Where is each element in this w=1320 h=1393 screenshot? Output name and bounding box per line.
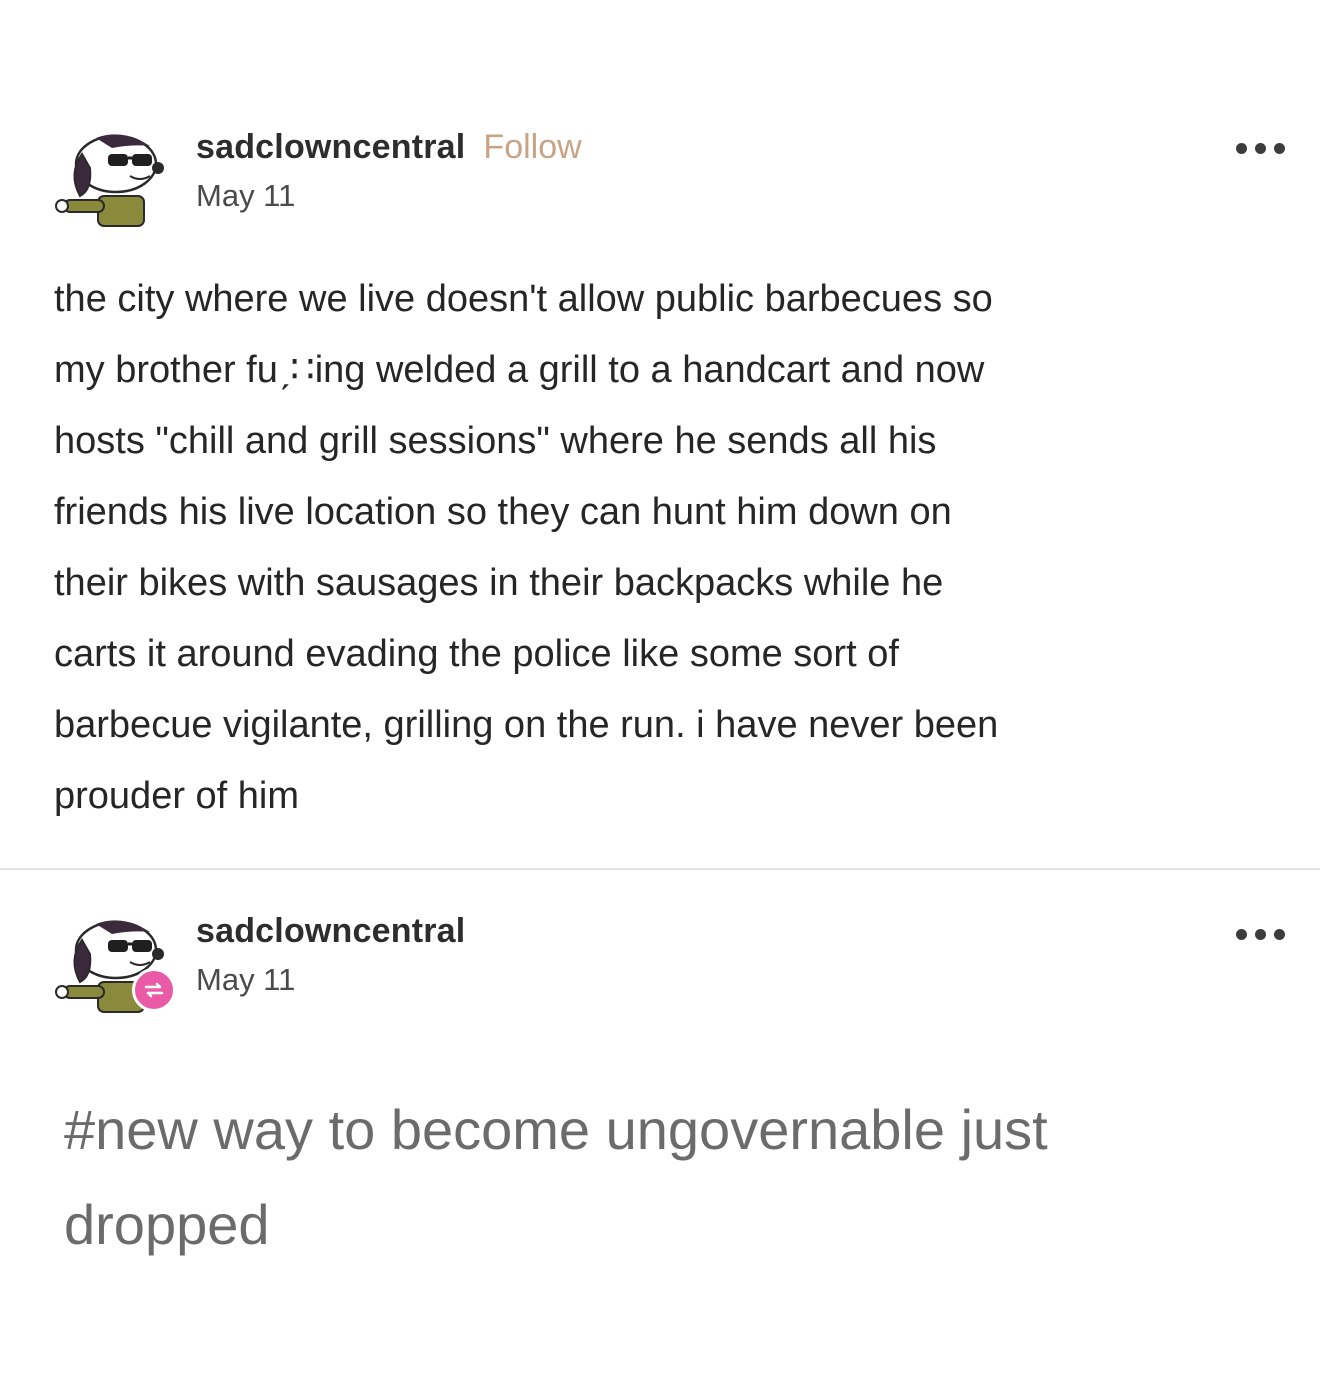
follow-button[interactable]: Follow [483,128,581,167]
username[interactable]: sadclowncentral [196,912,465,951]
post-body-line: the city where we live doesn't allow pub… [54,278,993,320]
clown-dog-avatar-icon [55,134,164,227]
post-divider [0,868,1320,870]
tag-line[interactable]: #new way to become ungovernable just [64,1082,1284,1177]
post-date: May 11 [196,178,296,213]
avatar[interactable] [52,124,172,234]
post-body-line: their bikes with sausages in their backp… [54,562,944,604]
dot [1273,142,1285,154]
post-body-line: my brother fuˏ∷ing welded a grill to a h… [54,349,985,391]
post-body-line: barbecue vigilante, grilling on the run.… [54,704,999,746]
post-body-line: friends his live location so they can hu… [54,491,952,533]
post-body-line: carts it around evading the police like … [54,633,899,675]
tag-line[interactable]: dropped [64,1177,1284,1272]
reblog-arrows-icon [144,982,164,998]
post-tags: #new way to become ungovernable just dro… [64,1082,1284,1272]
dot [1254,142,1266,154]
dot [1273,928,1285,940]
dot [1254,928,1266,940]
dot [1235,142,1247,154]
post-date: May 11 [196,962,296,997]
reblog-icon [132,968,176,1012]
more-options-icon[interactable] [1230,924,1290,944]
more-options-icon[interactable] [1230,138,1290,158]
post-body-line: prouder of him [54,775,300,817]
original-post: sadclowncentral Follow May 11 the city w… [0,0,1320,870]
dot [1235,928,1247,940]
reblog-post: sadclowncentral May 11 #new way to becom… [0,872,1320,1393]
username[interactable]: sadclowncentral [196,128,465,167]
post-body: the city where we live doesn't allow pub… [54,264,1284,832]
post-header: sadclowncentral Follow May 11 [196,128,582,214]
username-row: sadclowncentral [196,912,465,956]
post-body-line: hosts "chill and grill sessions" where h… [54,420,937,462]
avatar[interactable] [52,910,176,1020]
reblog-header: sadclowncentral May 11 [196,912,465,998]
username-row: sadclowncentral Follow [196,128,582,172]
